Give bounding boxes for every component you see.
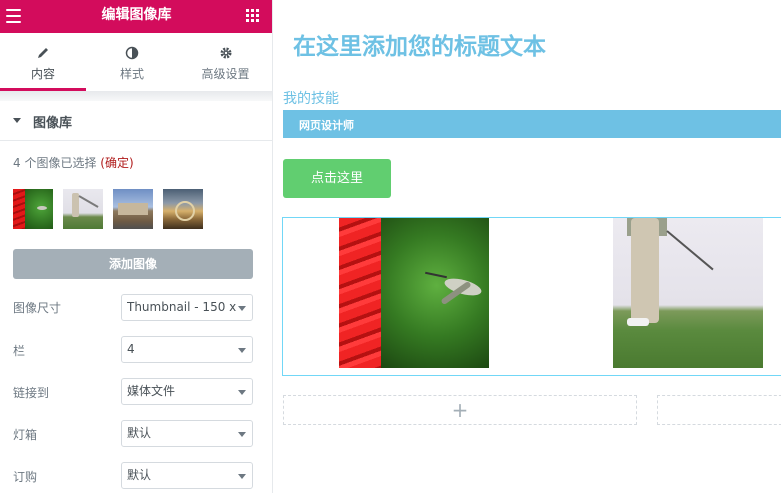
thumbnail-landscape[interactable]: [163, 189, 203, 229]
confirm-link[interactable]: (确定): [100, 156, 133, 170]
image-size-select[interactable]: Thumbnail - 150 x 150: [121, 294, 253, 321]
preview-canvas: 在这里添加您的标题文本 我的技能 网页设计师 点击这里 +: [273, 0, 781, 493]
chevron-down-icon: [238, 306, 246, 311]
chevron-down-icon: [238, 390, 246, 395]
tabs-shadow: [0, 91, 272, 101]
grid-icon[interactable]: [246, 9, 259, 22]
select-value: Thumbnail - 150 x 150: [127, 300, 237, 314]
tab-content[interactable]: 内容: [0, 33, 86, 91]
gallery-image-hummingbird[interactable]: [339, 218, 489, 368]
skill-title: 我的技能: [283, 91, 339, 107]
tab-label: 样式: [119, 67, 144, 81]
panel-header: 编辑图像库: [0, 0, 272, 33]
select-value: 4: [127, 342, 135, 356]
order-select[interactable]: 默认: [121, 462, 253, 489]
image-gallery-widget[interactable]: [282, 217, 781, 376]
app: 编辑图像库 内容 样式 高级设置 图像库 4 个图像已选择 (确定) 添加图像 …: [0, 0, 781, 493]
chevron-down-icon: [238, 474, 246, 479]
select-value: 默认: [127, 468, 152, 482]
caret-down-icon: [13, 118, 21, 123]
columns-label: 栏: [13, 344, 26, 358]
panel-tabs: 内容 样式 高级设置: [0, 33, 272, 91]
thumbnail-hummingbird[interactable]: [13, 189, 53, 229]
tab-label: 内容: [30, 67, 55, 81]
section-header-gallery[interactable]: 图像库: [0, 101, 272, 141]
select-value: 媒体文件: [127, 384, 176, 398]
add-images-button[interactable]: 添加图像: [13, 249, 253, 279]
tab-style[interactable]: 样式: [86, 33, 178, 91]
thumbnail-golfer[interactable]: [63, 189, 103, 229]
chevron-down-icon: [238, 432, 246, 437]
gallery-image-golfer[interactable]: [613, 218, 763, 368]
empty-column-dropzone[interactable]: [657, 395, 781, 425]
lightbox-label: 灯箱: [13, 428, 38, 442]
gear-icon: [220, 47, 231, 59]
empty-column-dropzone[interactable]: +: [283, 395, 637, 425]
editor-panel: 编辑图像库 内容 样式 高级设置 图像库 4 个图像已选择 (确定) 添加图像 …: [0, 0, 273, 493]
select-value: 默认: [127, 426, 152, 440]
link-to-select[interactable]: 媒体文件: [121, 378, 253, 405]
page-heading[interactable]: 在这里添加您的标题文本: [293, 27, 546, 61]
image-size-label: 图像尺寸: [13, 301, 62, 315]
lightbox-select[interactable]: 默认: [121, 420, 253, 447]
thumbnail-palace[interactable]: [113, 189, 153, 229]
selected-count: 4 个图像已选择 (确定): [13, 154, 134, 171]
order-label: 订购: [13, 470, 38, 484]
tab-advanced[interactable]: 高级设置: [178, 33, 272, 91]
half-circle-icon: [125, 46, 139, 60]
link-to-label: 链接到: [13, 386, 50, 400]
progress-bar-label: 网页设计师: [299, 119, 354, 132]
section-title: 图像库: [33, 116, 73, 131]
click-here-button[interactable]: 点击这里: [283, 159, 391, 198]
plus-icon[interactable]: +: [284, 396, 636, 424]
progress-bar[interactable]: 网页设计师: [283, 110, 781, 138]
panel-title: 编辑图像库: [101, 7, 172, 23]
chevron-down-icon: [238, 348, 246, 353]
selected-text: 4 个图像已选择: [13, 156, 97, 170]
columns-select[interactable]: 4: [121, 336, 253, 363]
tab-label: 高级设置: [201, 67, 250, 81]
pencil-icon: [38, 48, 48, 58]
